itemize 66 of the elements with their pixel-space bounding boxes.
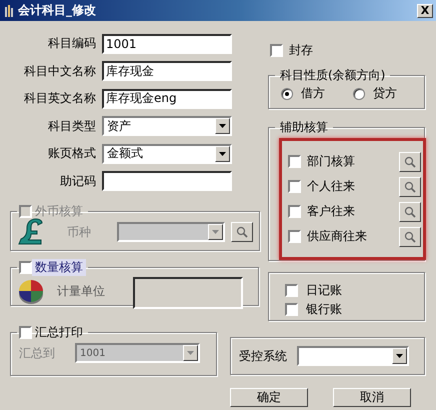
dropdown-arrow-icon (219, 152, 226, 156)
currency-icon (17, 217, 45, 247)
checkbox[interactable] (285, 284, 298, 297)
dropdown-value: 金额式 (106, 145, 144, 162)
close-button[interactable]: X (417, 4, 433, 18)
dropdown-value: 资产 (106, 118, 132, 135)
group-title: 汇总打印 (34, 324, 84, 341)
search-button[interactable] (399, 202, 421, 222)
search-icon (404, 180, 416, 192)
radio-button[interactable] (353, 88, 365, 100)
field-label: 科目编码 (47, 35, 97, 52)
dropdown-arrow-icon (219, 124, 226, 128)
radio-label: 借方 (301, 85, 325, 102)
radio-button[interactable] (281, 88, 293, 100)
dropdown[interactable]: 资产 (102, 116, 232, 136)
search-button[interactable] (399, 226, 421, 246)
search-button[interactable] (399, 152, 421, 172)
checkbox[interactable] (285, 303, 298, 316)
checkbox-label: 客户往来 (307, 203, 356, 220)
search-button[interactable] (231, 222, 253, 242)
checkbox[interactable] (288, 205, 301, 218)
checkbox[interactable] (288, 180, 301, 193)
window-title: 会计科目_修改 (18, 2, 96, 19)
field-label: 科目类型 (47, 118, 97, 135)
search-icon (404, 156, 416, 168)
checkbox[interactable] (19, 261, 32, 274)
field-label: 账页格式 (47, 145, 97, 162)
input-field[interactable] (133, 277, 243, 309)
field-label: 计量单位 (56, 282, 106, 300)
search-icon (236, 226, 248, 238)
checkbox-label: 日记账 (306, 282, 342, 299)
group-title: 数量核算 (32, 259, 86, 276)
checkbox-label: 银行账 (306, 301, 342, 318)
field-label: 科目英文名称 (23, 90, 97, 108)
dropdown[interactable]: 金额式 (102, 144, 232, 164)
radio-label: 贷方 (373, 85, 397, 102)
group-title: 辅助核算 (279, 119, 329, 136)
dialog-button[interactable]: 取消 (333, 388, 411, 407)
input-field[interactable]: 库存现金 (102, 61, 232, 82)
checkbox[interactable] (288, 230, 301, 243)
dropdown[interactable] (297, 346, 409, 366)
input-field[interactable]: 1001 (102, 34, 232, 54)
field-label: 受控系统 (239, 348, 287, 364)
checkbox[interactable] (270, 44, 283, 56)
search-icon (404, 206, 416, 218)
field-label: 科目中文名称 (23, 62, 97, 80)
input-field[interactable]: 库存现金eng (102, 88, 232, 109)
dropdown-arrow-icon (212, 230, 219, 234)
field-label: 汇总到 (18, 344, 56, 362)
group-title: 科目性质(余额方向) (279, 67, 386, 84)
checkbox-label: 个人往来 (307, 178, 356, 195)
checkbox-label: 部门核算 (307, 153, 356, 170)
dropdown-arrow-icon (187, 351, 194, 355)
dropdown-value: 1001 (79, 348, 106, 358)
search-button[interactable] (399, 176, 421, 196)
group-title: 外币核算 (34, 203, 84, 220)
dropdown-arrow-icon (396, 354, 403, 358)
checkbox-label: 封存 (289, 42, 313, 58)
field-label: 币种 (66, 224, 92, 240)
dialog-button[interactable]: 确定 (230, 388, 308, 407)
books-icon (4, 4, 14, 18)
checkbox-label: 供应商往来 (307, 228, 368, 245)
field-label: 助记码 (59, 172, 97, 190)
input-field[interactable] (102, 171, 232, 192)
search-icon (404, 230, 416, 242)
checkbox[interactable] (288, 155, 301, 168)
